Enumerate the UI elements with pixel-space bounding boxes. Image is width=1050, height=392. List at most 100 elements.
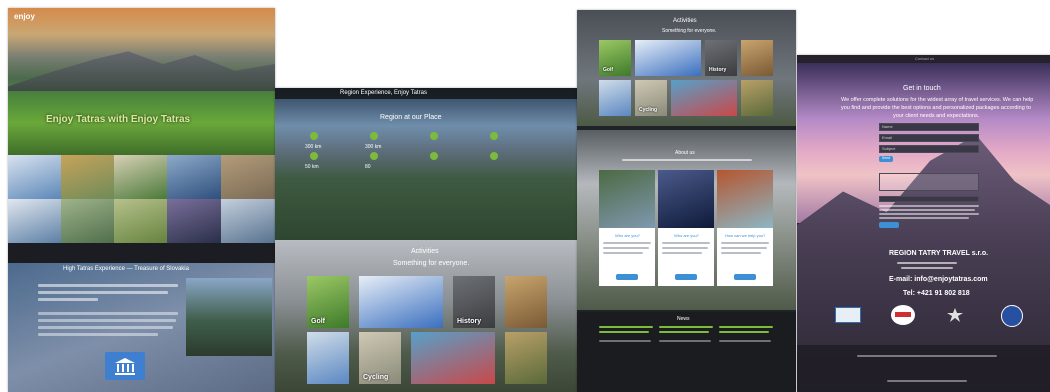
activity-tile[interactable]: [505, 332, 547, 384]
region-background: [275, 88, 577, 240]
field-placeholder: Name: [882, 124, 893, 129]
hero-title: Enjoy Tatras with Enjoy Tatras: [46, 114, 191, 125]
news-section: [577, 312, 796, 392]
activity-tile[interactable]: [307, 332, 349, 384]
spiski-tatry-logo[interactable]: [945, 307, 965, 323]
text-line: [879, 209, 975, 211]
text-line: [38, 319, 176, 322]
destination-tile[interactable]: [114, 199, 167, 243]
stat-value: 300 km: [305, 144, 322, 150]
activity-tile[interactable]: Golf: [307, 276, 349, 328]
activity-label: Golf: [603, 67, 613, 73]
info-card: Who are you?: [599, 228, 655, 286]
destination-tile[interactable]: [221, 155, 275, 199]
activity-tile[interactable]: [741, 80, 773, 116]
subject-field[interactable]: Subject: [879, 145, 979, 153]
about-title: About us: [675, 150, 695, 156]
news-headline[interactable]: [659, 326, 713, 328]
read-more-button[interactable]: [734, 274, 756, 280]
tatry-logo[interactable]: [835, 307, 861, 323]
activity-tile[interactable]: History: [705, 40, 737, 76]
green-dot-icon: [430, 152, 438, 160]
text-line: [622, 159, 752, 161]
activity-label: History: [709, 67, 727, 73]
about-heading: High Tatras Experience — Treasure of Slo…: [63, 266, 189, 272]
nav-text[interactable]: Region Experience, Enjoy Tatras: [340, 90, 427, 96]
activities-subtitle: Something for everyone.: [662, 28, 717, 34]
extra-field[interactable]: [879, 196, 979, 202]
activity-tile[interactable]: [599, 80, 631, 116]
destination-tile[interactable]: [61, 199, 114, 243]
best-tatras-logo[interactable]: [1001, 305, 1023, 327]
footer: [797, 345, 1050, 392]
green-dot-icon: [430, 132, 438, 140]
destination-tile[interactable]: [221, 199, 275, 243]
stat-value: 80: [365, 164, 371, 170]
activity-tile[interactable]: Golf: [599, 40, 631, 76]
destination-tile[interactable]: [167, 155, 221, 199]
text-line: [38, 312, 178, 315]
read-more-button[interactable]: [675, 274, 697, 280]
submit-button[interactable]: [879, 222, 899, 228]
message-field[interactable]: [879, 173, 979, 191]
activity-label: Cycling: [639, 107, 658, 113]
about-photo: [658, 170, 714, 228]
destination-tile[interactable]: [61, 155, 114, 199]
field-placeholder: Email: [882, 135, 893, 140]
news-headline[interactable]: [599, 326, 653, 328]
about-photo: [599, 170, 655, 228]
destination-tile[interactable]: [8, 155, 61, 199]
text-line: [897, 262, 957, 264]
read-more-button[interactable]: [616, 274, 638, 280]
about-photo: [717, 170, 773, 228]
news-headline[interactable]: [719, 326, 773, 328]
destination-tile[interactable]: [167, 199, 221, 243]
news-headline[interactable]: [719, 331, 769, 333]
text-line: [901, 267, 953, 269]
green-dot-icon: [310, 132, 318, 140]
card-title: Who are you?: [615, 233, 640, 238]
unesco-temple-icon: [115, 358, 135, 375]
green-dot-icon: [490, 152, 498, 160]
text-line: [38, 298, 98, 301]
text-line: [721, 242, 769, 244]
tip-tour-logo[interactable]: [891, 305, 915, 325]
site-logo[interactable]: enjoy: [14, 12, 35, 21]
news-headline[interactable]: [599, 331, 649, 333]
activity-tile[interactable]: [635, 40, 701, 76]
activities-page-screenshot: Activities Something for everyone. Golf …: [577, 10, 796, 392]
intro-text: your client needs and expectations.: [893, 113, 980, 119]
unesco-badge: [105, 352, 145, 380]
text-line: [38, 326, 173, 329]
text-line: [719, 340, 771, 342]
text-line: [659, 340, 711, 342]
activity-tile[interactable]: History: [453, 276, 495, 328]
phone-contact[interactable]: Tel: +421 91 802 818: [903, 290, 970, 297]
activity-tile[interactable]: [741, 40, 773, 76]
text-line: [662, 252, 702, 254]
activity-tile[interactable]: [411, 332, 495, 384]
activity-tile[interactable]: Cycling: [635, 80, 667, 116]
stat-value: 300 km: [365, 144, 382, 150]
name-field[interactable]: Name: [879, 123, 979, 131]
destination-tile[interactable]: [8, 199, 61, 243]
activity-tile[interactable]: [671, 80, 737, 116]
destination-tile[interactable]: [114, 155, 167, 199]
activity-tile[interactable]: [505, 276, 547, 328]
company-name: REGION TATRY TRAVEL s.r.o.: [889, 250, 989, 257]
activities-title: Activities: [673, 18, 697, 24]
text-line: [857, 355, 997, 357]
email-contact[interactable]: E-mail: info@enjoytatras.com: [889, 276, 988, 283]
text-line: [721, 247, 767, 249]
news-headline[interactable]: [659, 331, 709, 333]
activity-tile[interactable]: Cycling: [359, 332, 401, 384]
region-page-screenshot: Region Experience, Enjoy Tatras Region a…: [275, 88, 577, 392]
text-line: [879, 217, 969, 219]
send-button[interactable]: Send: [879, 156, 893, 162]
text-line: [603, 242, 651, 244]
card-title: Who are you?: [674, 233, 699, 238]
text-line: [879, 213, 979, 215]
email-field[interactable]: Email: [879, 134, 979, 142]
activity-tile[interactable]: [359, 276, 443, 328]
activities-title: Activities: [411, 248, 439, 255]
